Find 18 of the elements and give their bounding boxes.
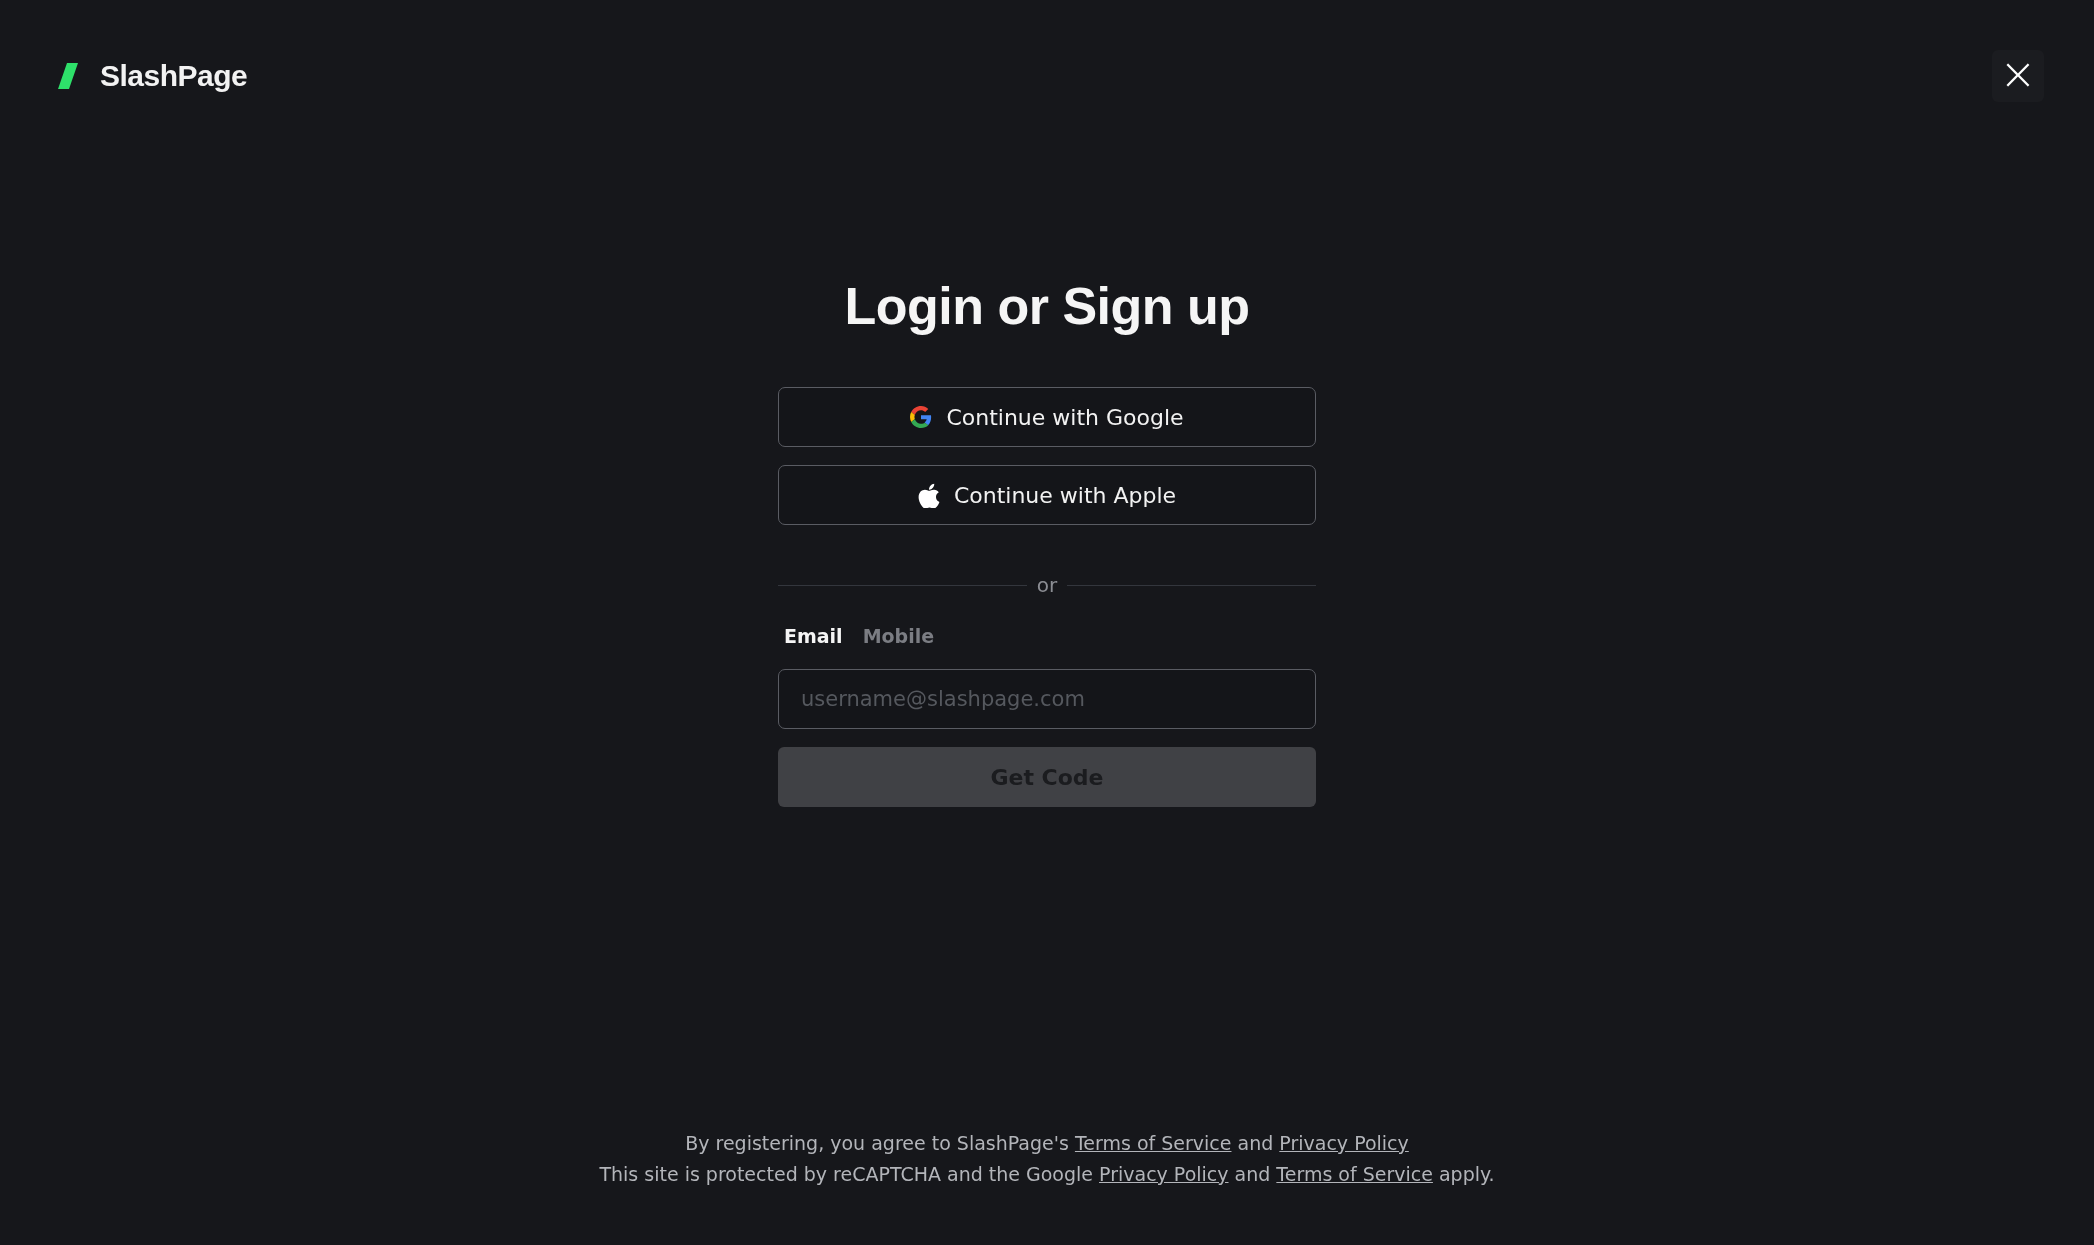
legal-link[interactable]: Terms of Service [1074,1132,1232,1154]
legal-link[interactable]: Privacy Policy [1099,1163,1229,1185]
google-sign-in-button[interactable]: Continue with Google [778,387,1316,448]
close-button[interactable]: × [1992,50,2044,102]
apple-sign-in-button[interactable]: Continue with Apple [778,465,1316,526]
logo-slash-icon [58,63,78,89]
page-title: Login or Sign up [843,278,1251,336]
legal-link[interactable]: Privacy Policy [1279,1132,1409,1154]
email-input-field[interactable]: username@slashpage.com [778,669,1316,730]
divider-label: or [1036,573,1058,598]
legal-link[interactable]: Terms of Service [1276,1163,1433,1185]
google-icon [910,406,933,429]
legal-notice: This site is protected by reCAPTCHA and the Google Privacy Policy and Terms of Service apply. [599,1162,1495,1187]
login-method-tab[interactable]: Email [784,625,843,648]
apple-icon [917,482,940,509]
legal-notice: By registering, you agree to SlashPage's Terms of Service and Privacy Policy [685,1131,1409,1156]
login-method-tab[interactable]: Mobile [862,625,935,648]
brand-name: SlashPage [100,59,248,93]
